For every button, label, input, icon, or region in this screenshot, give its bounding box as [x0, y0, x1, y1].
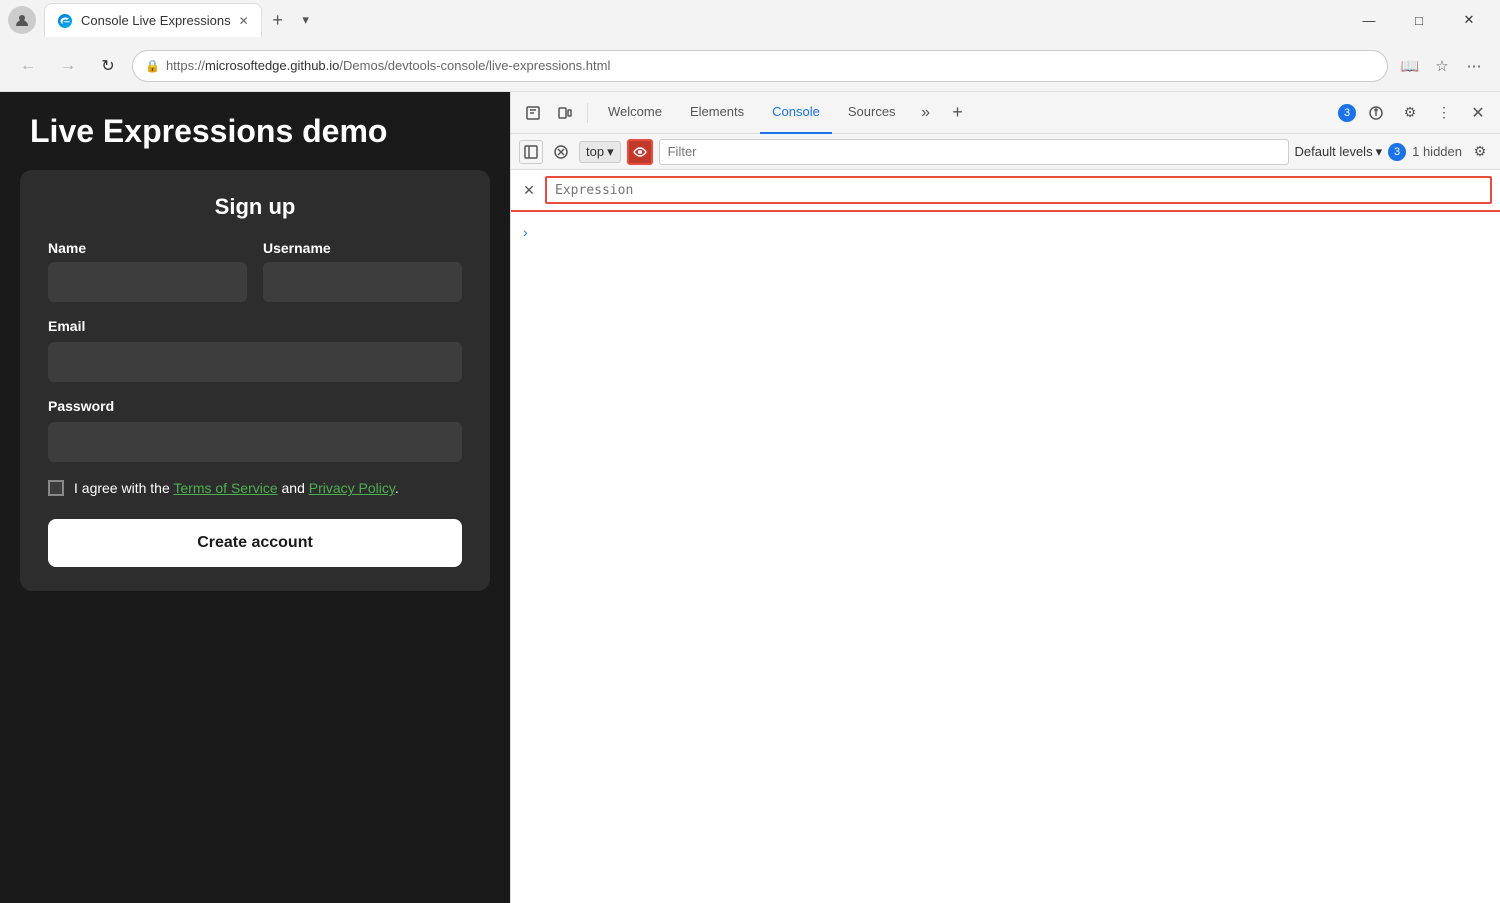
forward-button[interactable]: → [52, 50, 84, 82]
password-input[interactable] [48, 422, 462, 462]
address-input[interactable]: 🔒 https://microsoftedge.github.io/Demos/… [132, 50, 1388, 82]
signup-card: Sign up Name Username Email [20, 170, 490, 591]
terms-period: . [395, 480, 399, 496]
email-group: Email [48, 318, 462, 382]
console-content: › [511, 212, 1500, 903]
live-expression-input[interactable] [545, 176, 1492, 204]
page-header: Live Expressions demo [0, 92, 510, 170]
browser-window: Console Live Expressions ✕ + ▾ — □ ✕ ← →… [0, 0, 1500, 903]
browser-tab-active[interactable]: Console Live Expressions ✕ [44, 3, 262, 37]
page-title: Live Expressions demo [30, 112, 480, 150]
email-input[interactable] [48, 342, 462, 382]
context-dropdown-icon: ▾ [607, 144, 614, 160]
name-group: Name [48, 240, 247, 302]
url-prefix: https:// [166, 58, 205, 73]
hidden-count-label: 1 hidden [1412, 144, 1462, 159]
add-tab-btn[interactable]: + [944, 99, 972, 127]
url-display: https://microsoftedge.github.io/Demos/de… [166, 58, 1375, 73]
username-label: Username [263, 240, 462, 256]
settings-btn[interactable]: ⚙ [1396, 99, 1424, 127]
title-bar: Console Live Expressions ✕ + ▾ — □ ✕ [0, 0, 1500, 40]
create-account-button[interactable]: Create account [48, 519, 462, 567]
signup-title: Sign up [48, 194, 462, 220]
main-content: Live Expressions demo Sign up Name Usern… [0, 92, 1500, 903]
terms-link[interactable]: Terms of Service [173, 480, 277, 496]
default-levels-selector[interactable]: Default levels ▾ [1295, 144, 1383, 160]
context-label: top [586, 144, 604, 159]
username-input[interactable] [263, 262, 462, 302]
devtools-toolbar-right: 3 ⚙ ⋮ ✕ [1338, 99, 1492, 127]
address-right-buttons: 📖 ☆ ⋯ [1396, 52, 1488, 80]
console-settings-btn[interactable]: ⚙ [1468, 140, 1492, 164]
maximize-button[interactable]: □ [1396, 4, 1442, 36]
name-label: Name [48, 240, 247, 256]
edge-favicon [57, 13, 73, 29]
live-expression-row: ✕ [511, 170, 1500, 212]
new-tab-button[interactable]: + [264, 6, 292, 34]
tab-close-btn[interactable]: ✕ [239, 14, 249, 28]
inspect-element-btn[interactable] [519, 99, 547, 127]
name-username-row: Name Username [48, 240, 462, 302]
terms-checkbox[interactable] [48, 480, 64, 496]
title-bar-controls: — □ ✕ [1346, 4, 1492, 36]
console-error-badge: 3 [1388, 143, 1406, 161]
close-button[interactable]: ✕ [1446, 4, 1492, 36]
console-chevron-btn[interactable]: › [519, 220, 1492, 244]
terms-prefix: I agree with the [74, 480, 173, 496]
name-input[interactable] [48, 262, 247, 302]
lock-icon: 🔒 [145, 59, 160, 73]
tab-sources[interactable]: Sources [836, 92, 908, 134]
terms-checkbox-row: I agree with the Terms of Service and Pr… [48, 478, 462, 499]
tab-welcome[interactable]: Welcome [596, 92, 674, 134]
clear-console-btn[interactable] [549, 140, 573, 164]
devtools-panel: Welcome Elements Console Sources » + 3 [510, 92, 1500, 903]
console-toolbar: top ▾ Default levels ▾ 3 1 hidden ⚙ [511, 134, 1500, 170]
live-expressions-btn[interactable] [627, 139, 653, 165]
privacy-link[interactable]: Privacy Policy [309, 480, 395, 496]
email-label: Email [48, 318, 85, 334]
favorites-btn[interactable]: ☆ [1428, 52, 1456, 80]
more-tabs-btn[interactable]: » [912, 99, 940, 127]
console-sidebar-btn[interactable] [519, 140, 543, 164]
filter-input[interactable] [659, 139, 1289, 165]
url-path: /Demos/devtools-console/live-expressions… [339, 58, 610, 73]
devtools-close-btn[interactable]: ✕ [1464, 99, 1492, 127]
tab-strip: Console Live Expressions ✕ + ▾ [40, 3, 1342, 37]
notification-badge: 3 [1338, 104, 1356, 122]
tab-elements[interactable]: Elements [678, 92, 756, 134]
terms-label: I agree with the Terms of Service and Pr… [74, 478, 399, 499]
minimize-button[interactable]: — [1346, 4, 1392, 36]
terms-and: and [278, 480, 309, 496]
customize-btn[interactable]: ⋮ [1430, 99, 1458, 127]
username-group: Username [263, 240, 462, 302]
device-mode-btn[interactable] [551, 99, 579, 127]
default-levels-dropdown-icon: ▾ [1376, 144, 1383, 160]
send-feedback-btn[interactable] [1362, 99, 1390, 127]
profile-avatar[interactable] [8, 6, 36, 34]
tab-dropdown-btn[interactable]: ▾ [294, 8, 318, 32]
password-label: Password [48, 398, 114, 414]
address-bar: ← → ↻ 🔒 https://microsoftedge.github.io/… [0, 40, 1500, 92]
devtools-toolbar: Welcome Elements Console Sources » + 3 [511, 92, 1500, 134]
browser-menu-btn[interactable]: ⋯ [1460, 52, 1488, 80]
live-expr-close-btn[interactable]: ✕ [519, 180, 539, 200]
url-host: microsoftedge.github.io [205, 58, 339, 73]
default-levels-label: Default levels [1295, 144, 1373, 159]
password-group: Password [48, 398, 462, 462]
browser-page: Live Expressions demo Sign up Name Usern… [0, 92, 510, 903]
reading-mode-btn[interactable]: 📖 [1396, 52, 1424, 80]
refresh-button[interactable]: ↻ [92, 50, 124, 82]
context-selector[interactable]: top ▾ [579, 141, 621, 163]
toolbar-divider-1 [587, 103, 588, 123]
tab-title: Console Live Expressions [81, 13, 231, 28]
back-button[interactable]: ← [12, 50, 44, 82]
tab-console[interactable]: Console [760, 92, 832, 134]
